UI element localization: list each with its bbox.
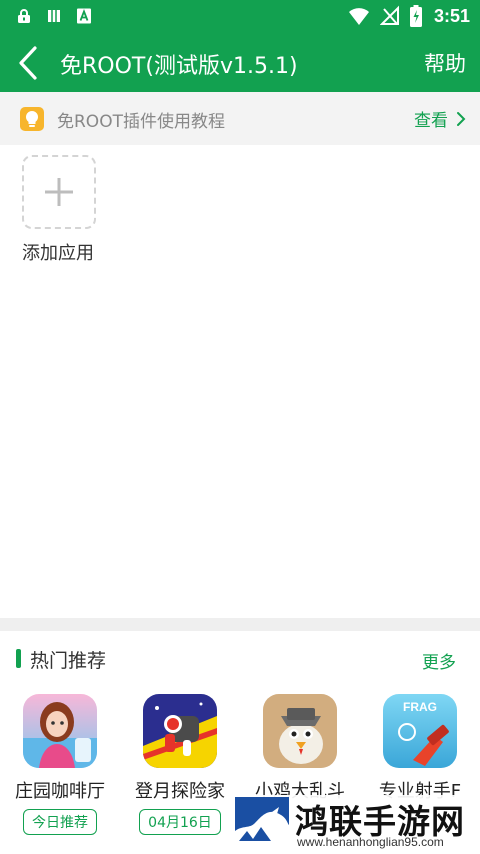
page-title: 免ROOT(测试版v1.5.1) [60,54,298,79]
lock-icon [18,9,30,23]
watermark-url: www.henanhonglian95.com [297,835,444,849]
app-bar: 免ROOT(测试版v1.5.1) 帮助 [0,33,480,92]
lightbulb-icon [20,107,44,131]
view-tutorial-link[interactable]: 查看 [414,106,466,131]
add-app-button[interactable] [22,155,96,229]
app-item[interactable]: 小鸡大乱斗 [240,694,360,803]
app-item[interactable]: FRAG 专业射手F [360,694,480,803]
chevron-left-icon [19,46,37,80]
section-divider [0,618,480,631]
plus-icon [45,178,73,206]
app-icon-cafe[interactable] [23,694,97,768]
tutorial-banner[interactable]: 免ROOT插件使用教程 查看 [0,92,480,145]
more-button[interactable]: 更多 [422,648,456,673]
section-accent-bar [16,649,21,668]
svg-text:FRAG: FRAG [403,700,437,714]
app-tag: 今日推荐 [23,809,97,835]
help-button[interactable]: 帮助 [424,48,466,78]
app-item[interactable]: 庄园咖啡厅 今日推荐 [0,694,120,835]
app-name: 登月探险家 [135,781,225,802]
app-tag: 04月16日 [139,809,221,835]
site-watermark: 鸿联手游网 www.henanhonglian95.com [233,795,480,854]
app-name: 庄园咖啡厅 [15,781,105,802]
hot-section-header: 热门推荐 更多 [0,644,480,674]
no-signal-icon [379,5,399,25]
status-left-icons [16,8,92,24]
app-icon-chicken[interactable] [263,694,337,768]
status-bar: 3:51 [0,0,480,33]
view-link-label: 查看 [414,111,448,131]
status-right-icons: 3:51 [348,5,470,27]
app-item[interactable]: 登月探险家 04月16日 [120,694,240,835]
hot-section-title: 热门推荐 [30,650,107,672]
status-clock: 3:51 [433,5,470,26]
app-icon-shooter[interactable]: FRAG [383,694,457,768]
add-app-tile[interactable]: 添加应用 [22,155,98,265]
app-icon-moon-explorer[interactable] [143,694,217,768]
battery-charging-icon [409,5,422,27]
watermark-logo-icon [235,797,289,851]
sim-card-icon [48,10,60,22]
text-a-icon [77,8,91,24]
back-button[interactable] [10,43,46,83]
chevron-right-icon [457,111,466,126]
tutorial-text: 免ROOT插件使用教程 [57,112,225,132]
add-app-label: 添加应用 [22,243,94,264]
wifi-icon [348,8,369,25]
